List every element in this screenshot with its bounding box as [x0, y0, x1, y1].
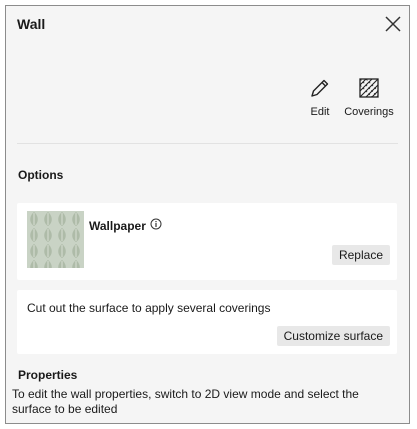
close-icon[interactable]: [383, 14, 403, 34]
pencil-icon: [311, 79, 329, 97]
wallpaper-swatch[interactable]: [27, 211, 84, 268]
coverings-label: Coverings: [344, 106, 394, 118]
replace-button[interactable]: Replace: [331, 245, 390, 265]
properties-title: Properties: [18, 368, 78, 382]
wall-panel: Wall Edit Coverings Options Wallpaper Re…: [5, 5, 410, 424]
customize-surface-button[interactable]: Customize surface: [276, 326, 390, 346]
options-title: Options: [18, 168, 64, 182]
covering-card: Wallpaper Replace: [17, 203, 397, 280]
panel-title: Wall: [17, 16, 46, 32]
info-icon[interactable]: [150, 218, 162, 230]
coverings-icon: [359, 78, 379, 98]
covering-name: Wallpaper: [89, 219, 146, 233]
properties-description: To edit the wall properties, switch to 2…: [12, 387, 359, 416]
divider: [17, 143, 398, 144]
coverings-button[interactable]: Coverings: [339, 76, 399, 118]
customize-text: Cut out the surface to apply several cov…: [27, 301, 271, 315]
customize-card: Cut out the surface to apply several cov…: [17, 290, 397, 354]
